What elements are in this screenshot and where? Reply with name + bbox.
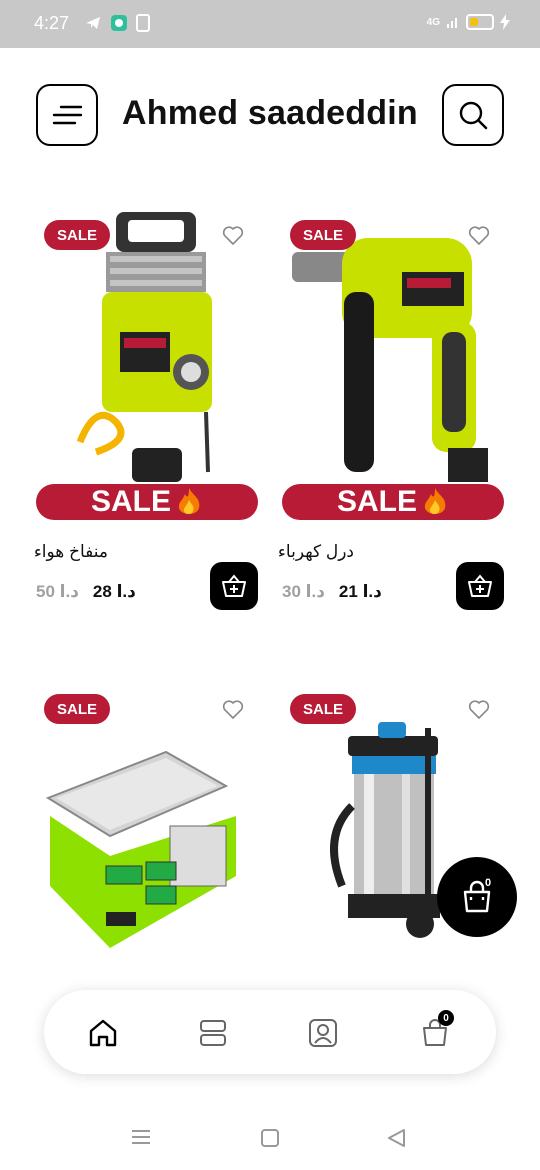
electric-drill-image: [292, 238, 488, 482]
heart-icon[interactable]: [468, 700, 490, 720]
sale-banner: SALE: [36, 484, 258, 520]
search-icon: [459, 101, 488, 130]
product-image[interactable]: [36, 686, 258, 956]
product-name[interactable]: درل كهرباء: [194, 542, 354, 562]
system-icons: 4G: [427, 14, 510, 30]
nav-cart-count: 0: [438, 1010, 454, 1026]
nav-cart[interactable]: 0: [418, 1010, 454, 1050]
status-bar: 4:27 4G: [0, 0, 540, 48]
home-icon: [89, 1019, 117, 1047]
product-card[interactable]: SALE: [36, 686, 258, 976]
fire-icon: [424, 488, 446, 514]
signal-icon: [447, 18, 457, 28]
charging-icon: [500, 14, 510, 30]
old-price: 30 د.ا: [282, 582, 325, 601]
square-home-icon: [261, 1129, 279, 1147]
nav-categories[interactable]: [196, 1016, 230, 1050]
basket-add-icon: [222, 574, 246, 597]
app-header: Ahmed saadeddin: [36, 84, 504, 148]
network-label: 4G: [426, 16, 440, 28]
sale-badge: SALE: [290, 220, 356, 250]
back-triangle-icon: [388, 1129, 405, 1147]
sale-banner: SALE: [282, 484, 504, 520]
sale-badge: SALE: [290, 694, 356, 724]
price-row: 30 د.ا 21 د.ا: [282, 582, 382, 602]
nav-profile[interactable]: [306, 1016, 340, 1050]
product-name[interactable]: منفاخ هواء: [0, 542, 108, 562]
system-home-button[interactable]: [260, 1128, 280, 1153]
floating-cart-button[interactable]: 0: [437, 857, 517, 937]
search-button[interactable]: [442, 84, 504, 146]
price-row: 50 د.ا 28 د.ا: [36, 582, 136, 602]
system-navigation-bar: [0, 1100, 540, 1170]
recent-apps-icon: [132, 1130, 150, 1144]
nav-home[interactable]: [86, 1016, 120, 1050]
telegram-icon: [86, 17, 100, 29]
menu-button[interactable]: [36, 84, 98, 146]
battery-icon: [466, 14, 494, 30]
sale-badge: SALE: [44, 694, 110, 724]
add-to-cart-button[interactable]: [456, 562, 504, 610]
add-to-cart-button[interactable]: [210, 562, 258, 610]
notification-icons: [84, 14, 150, 32]
old-price: 50 د.ا: [36, 582, 79, 601]
profile-icon: [309, 1019, 337, 1047]
document-icon: [136, 14, 150, 32]
bottom-navigation: 0: [44, 990, 496, 1074]
fire-icon: [178, 488, 200, 514]
current-price: 28 د.ا: [92, 582, 136, 601]
product-image[interactable]: [36, 212, 258, 482]
product-image[interactable]: [282, 212, 504, 482]
sale-banner-label: SALE: [336, 485, 417, 518]
basket-add-icon: [468, 574, 492, 597]
system-menu-button[interactable]: [130, 1128, 152, 1151]
product-card[interactable]: SALE SALE درل كهرباء 30 د.ا 21 د.ا: [278, 212, 504, 622]
heart-icon[interactable]: [222, 226, 244, 246]
page-title: Ahmed saadeddin: [122, 94, 418, 132]
sale-badge: SALE: [44, 220, 110, 250]
system-back-button[interactable]: [386, 1128, 408, 1153]
categories-icon: [200, 1020, 226, 1046]
chat-icon: [111, 15, 127, 31]
floating-cart-count: 0: [485, 877, 492, 889]
menu-icon: [52, 105, 83, 125]
heart-icon[interactable]: [468, 226, 490, 246]
status-time: 4:27: [34, 13, 70, 33]
heart-icon[interactable]: [222, 700, 244, 720]
sale-banner-label: SALE: [90, 485, 171, 518]
air-compressor-image: [76, 212, 212, 482]
digital-scale-image: [45, 750, 236, 948]
current-price: 21 د.ا: [338, 582, 382, 601]
